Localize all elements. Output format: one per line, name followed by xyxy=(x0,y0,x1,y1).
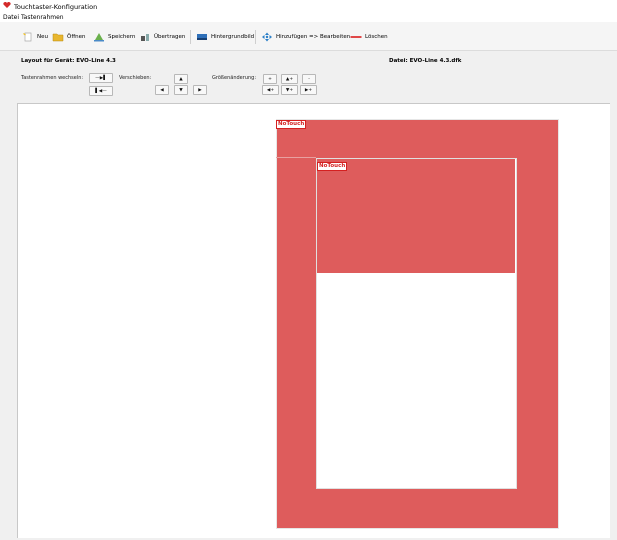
transfer-icon xyxy=(141,34,149,41)
move-right-button[interactable]: ▶ xyxy=(193,85,207,95)
move-label: Verschieben: xyxy=(119,75,152,81)
save-button-label: Speichern xyxy=(108,34,136,40)
inner-notouch-area[interactable] xyxy=(317,159,515,273)
frame-divider-line xyxy=(276,157,316,158)
switch-prev-button[interactable]: ▌◀— xyxy=(89,86,113,96)
grow-right-button[interactable]: ▶+ xyxy=(300,85,317,95)
save-button[interactable]: Speichern xyxy=(93,31,135,43)
shrink-button[interactable]: - xyxy=(302,74,316,84)
toolbar-separator xyxy=(255,30,256,44)
new-button-label: Neu xyxy=(37,34,48,40)
layout-device-label: Layout für Gerät: EVO-Line 4.3 xyxy=(21,58,116,64)
inner-notouch-label: NoTouch xyxy=(317,162,348,171)
grow-down-button[interactable]: ▼+ xyxy=(281,85,298,95)
window-title: Touchtaster-Konfiguration xyxy=(14,3,98,11)
image-icon xyxy=(197,34,207,40)
delete-button-label: Löschen xyxy=(365,34,388,40)
grow-left-button[interactable]: ◀+ xyxy=(262,85,279,95)
resize-label: Größenänderung: xyxy=(212,75,257,81)
delete-button[interactable]: Löschen xyxy=(350,31,388,43)
open-button-label: Öffnen xyxy=(67,34,86,40)
new-file-icon xyxy=(23,32,32,42)
transfer-button[interactable]: Übertragen xyxy=(139,31,185,43)
app-heart-icon xyxy=(3,2,11,8)
switch-next-button[interactable]: —▶▌ xyxy=(89,73,113,83)
grow-up-button[interactable]: ▲+ xyxy=(281,74,298,84)
transfer-button-label: Übertragen xyxy=(154,34,186,40)
menu-tastenrahmen[interactable]: Tastenrahmen xyxy=(21,14,64,21)
delete-bar-icon xyxy=(350,36,362,38)
switch-frame-label: Tastenrahmen wechseln: xyxy=(21,75,84,81)
file-name-label: Datei: EVO-Line 4.3.dfk xyxy=(389,58,462,64)
open-button[interactable]: Öffnen xyxy=(52,31,85,43)
add-edit-button[interactable]: Hinzufügen => Bearbeiten xyxy=(261,31,350,43)
move-down-button[interactable]: ▼ xyxy=(174,85,188,95)
new-button[interactable]: Neu xyxy=(22,31,48,43)
folder-icon xyxy=(52,33,64,42)
move-up-button[interactable]: ▲ xyxy=(174,74,188,84)
menu-bar xyxy=(0,12,617,22)
move-left-button[interactable]: ◀ xyxy=(155,85,169,95)
background-image-button[interactable]: Hintergrundbild xyxy=(196,31,254,43)
add-edit-label: Hinzufügen => Bearbeiten xyxy=(276,34,351,40)
toolbar-separator xyxy=(190,30,191,44)
background-image-label: Hintergrundbild xyxy=(211,34,255,40)
menu-datei[interactable]: Datei xyxy=(3,14,19,21)
save-icon xyxy=(94,33,104,42)
grow-button[interactable]: + xyxy=(263,74,277,84)
move-arrows-icon xyxy=(262,32,272,42)
outer-notouch-label: NoTouch xyxy=(276,120,307,129)
